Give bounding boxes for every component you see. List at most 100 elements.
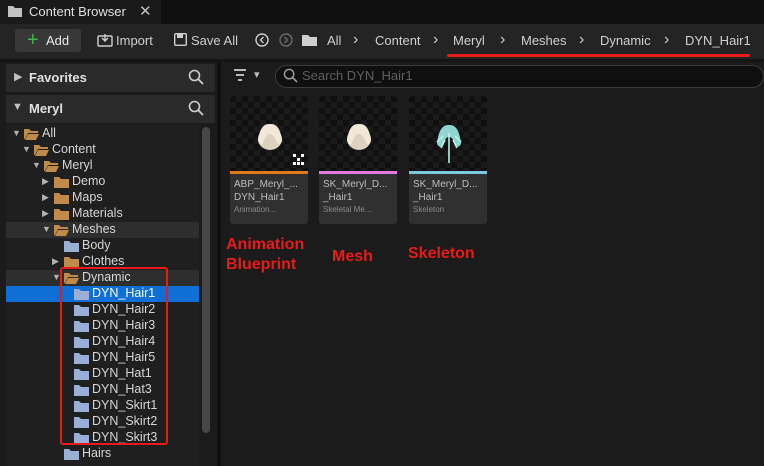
tree-item[interactable]: ▶ Materials [6,206,199,222]
chevron-down-icon[interactable]: ▾ [254,68,260,81]
annotation-skeleton: Skeleton [408,244,475,264]
asset-name: _Hair1 [413,192,443,203]
folder-open-icon [54,225,69,236]
tree-item-label: Maps [72,190,103,204]
folder-icon [54,209,69,220]
breadcrumb-content[interactable]: Content [375,33,421,48]
asset-name: DYN_Hair1 [234,192,285,203]
asset-type: Skeletal Me... [323,205,372,214]
search-icon [283,68,298,83]
asset-name: _Hair1 [323,192,353,203]
folder-icon [54,193,69,204]
collapse-arrow-icon[interactable]: ▼ [12,128,21,138]
breadcrumb-dyn-hair1[interactable]: DYN_Hair1 [685,33,751,48]
asset-name: SK_Meryl_D... [323,179,388,190]
forward-arrow-icon[interactable] [279,33,293,47]
asset-thumbnail [230,96,308,171]
collapse-arrow-icon[interactable]: ▼ [42,224,51,234]
tree-item-label: Hairs [82,446,112,460]
chevron-right-icon: › [433,31,439,48]
save-all-button[interactable]: Save All [191,33,238,48]
asset-tile-abp[interactable]: ABP_Meryl_... DYN_Hair1 Animation... [230,96,308,224]
asset-tile-skeleton[interactable]: SK_Meryl_D... _Hair1 Skeleton [409,96,487,224]
tree-item-label: Demo [72,174,106,188]
tree-item[interactable]: Hairs [6,446,199,462]
folder-icon [64,449,79,460]
expand-arrow-icon[interactable]: ▶ [42,208,49,219]
annotation-line: Animation [226,236,305,253]
collapse-arrow-icon[interactable]: ▼ [22,144,31,154]
meryl-source-label: Meryl [29,101,63,116]
annotation-line: Mesh [332,248,373,265]
tree-item[interactable]: ▼ All [6,126,199,142]
asset-type-bar [319,171,397,174]
expand-arrow-icon[interactable]: ▶ [14,70,22,83]
annotation-animation-blueprint: Animation Blueprint [226,235,304,275]
asset-type-bar [230,171,308,174]
tab-title: Content Browser [29,4,126,19]
expand-arrow-icon[interactable]: ▶ [52,256,59,267]
annotation-line: Skeleton [408,245,475,262]
import-button[interactable]: Import [116,33,153,48]
collapse-arrow-icon[interactable]: ▼ [12,101,23,113]
annotation-mesh: Mesh [332,247,373,267]
folder-open-icon [34,145,49,156]
hair-preview-icon [347,123,371,150]
search-placeholder: Search DYN_Hair1 [302,68,413,83]
tree-item-label: Meshes [72,222,116,236]
breadcrumb-meryl[interactable]: Meryl [453,33,485,48]
asset-type-bar [409,171,487,174]
filter-icon[interactable] [233,69,247,81]
tree-item-label: Content [52,142,96,156]
chevron-right-icon: › [500,31,506,48]
annotation-line: Blueprint [226,256,297,273]
back-arrow-icon[interactable] [255,33,269,47]
plus-icon: + [27,29,39,51]
collapse-arrow-icon[interactable]: ▼ [32,160,41,170]
skeleton-preview-icon [436,124,462,163]
chevron-right-icon: › [664,31,670,48]
save-icon[interactable] [174,33,187,46]
tree-item-label: Materials [72,206,123,220]
asset-thumbnail [409,96,487,171]
chevron-right-icon: › [579,31,585,48]
search-icon[interactable] [188,100,204,116]
asset-tile-skeletal-mesh[interactable]: SK_Meryl_D... _Hair1 Skeletal Me... [319,96,397,224]
annotation-box [60,267,168,445]
tree-item-label: Body [82,238,111,252]
close-icon[interactable]: ✕ [139,2,152,20]
folder-icon [64,241,79,252]
tree-item-label: Clothes [82,254,125,268]
tree-item[interactable]: ▼ Meryl [6,158,199,174]
folder-icon[interactable] [301,34,318,47]
breadcrumb-dynamic[interactable]: Dynamic [600,33,651,48]
folder-open-icon [44,161,59,172]
asset-type: Animation... [234,205,277,214]
asset-name: SK_Meryl_D... [413,179,478,190]
folder-icon [54,177,69,188]
chevron-right-icon: › [353,31,359,48]
tree-scrollbar[interactable] [202,127,210,433]
folder-open-icon [24,129,39,140]
asset-name: ABP_Meryl_... [234,179,298,190]
annotation-underline [447,54,750,57]
breadcrumb-meshes[interactable]: Meshes [521,33,567,48]
add-button-label[interactable]: Add [46,33,69,48]
asset-type: Skeleton [413,205,445,214]
expand-arrow-icon[interactable]: ▶ [42,192,49,203]
tree-item[interactable]: ▶ Maps [6,190,199,206]
tree-item[interactable]: ▼ Meshes [6,222,199,238]
tree-item[interactable]: ▼ Content [6,142,199,158]
expand-arrow-icon[interactable]: ▶ [42,176,49,187]
search-icon[interactable] [188,69,204,85]
tree-item[interactable]: Body [6,238,199,254]
hair-preview-icon [258,123,304,165]
asset-thumbnail [319,96,397,171]
breadcrumb-all[interactable]: All [327,33,341,48]
import-icon[interactable] [97,33,113,47]
folder-icon [8,6,22,17]
tree-item-label: Meryl [62,158,93,172]
tree-item-label: All [42,126,56,140]
favorites-label: Favorites [29,70,87,85]
tree-item[interactable]: ▶ Demo [6,174,199,190]
